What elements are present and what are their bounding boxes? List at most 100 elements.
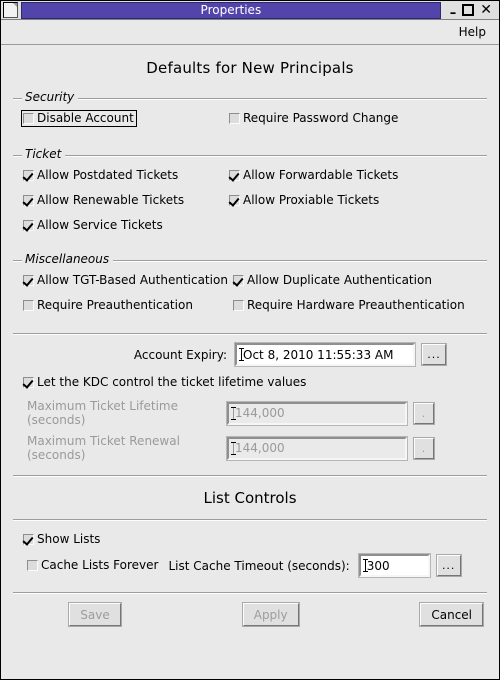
group-miscellaneous: Miscellaneous Allow TGT-Based Authentica… bbox=[13, 251, 487, 327]
checkbox-disable-account[interactable]: Disable Account bbox=[21, 110, 137, 127]
checkbox-label: Require Preauthentication bbox=[37, 298, 193, 312]
checkbox-label: Allow Forwardable Tickets bbox=[243, 168, 399, 182]
group-security: Security Disable Account Require Passwor… bbox=[13, 89, 487, 142]
ticket-col-left-3: Allow Service Tickets bbox=[23, 216, 229, 241]
group-border-security bbox=[13, 98, 487, 99]
ticket-row-2: Allow Renewable Tickets Allow Proxiable … bbox=[23, 191, 487, 216]
ticket-col-right-2: Allow Proxiable Tickets bbox=[229, 191, 379, 216]
properties-window: Properties – ✕ Help Defaults for New Pri… bbox=[0, 0, 500, 680]
group-body-ticket: Allow Postdated Tickets Allow Forwardabl… bbox=[13, 155, 487, 247]
checkbox-require-hardware-preauthentication[interactable]: Require Hardware Preauthentication bbox=[233, 299, 465, 312]
checkbox-label: Require Hardware Preauthentication bbox=[247, 298, 465, 312]
group-body-security: Disable Account Require Password Change bbox=[13, 98, 487, 142]
close-icon[interactable]: ✕ bbox=[480, 3, 492, 17]
input-max-ticket-lifetime: 144,000 bbox=[226, 400, 408, 426]
checkbox-label: Require Password Change bbox=[243, 111, 399, 125]
checkbox-label: Allow Duplicate Authentication bbox=[247, 273, 432, 287]
group-label-miscellaneous: Miscellaneous bbox=[22, 252, 114, 266]
misc-col-right-1: Allow Duplicate Authentication bbox=[233, 271, 432, 296]
group-label-security: Security bbox=[22, 90, 79, 104]
max-ticket-renewal-chooser-button: . bbox=[413, 436, 435, 460]
window-menu-icon[interactable] bbox=[3, 2, 18, 18]
checkbox-allow-duplicate-authentication[interactable]: Allow Duplicate Authentication bbox=[233, 274, 432, 287]
input-value: 300 bbox=[366, 558, 390, 573]
group-body-miscellaneous: Allow TGT-Based Authentication Allow Dup… bbox=[13, 260, 487, 327]
checkbox-label: Let the KDC control the ticket lifetime … bbox=[37, 375, 307, 389]
window-controls: – ✕ bbox=[444, 3, 496, 20]
checkbox-check-icon bbox=[23, 377, 34, 388]
text-caret bbox=[239, 348, 244, 361]
checkbox-require-preauthentication[interactable]: Require Preauthentication bbox=[23, 299, 193, 312]
security-col-right: Require Password Change bbox=[229, 109, 398, 134]
input-value: Oct 8, 2010 11:55:33 AM bbox=[243, 347, 394, 362]
input-value: 144,000 bbox=[235, 406, 285, 420]
button-bar: Save Apply Cancel bbox=[9, 602, 491, 627]
minimize-icon[interactable]: – bbox=[450, 7, 457, 20]
ticket-col-right-1: Allow Forwardable Tickets bbox=[229, 166, 398, 191]
save-button: Save bbox=[68, 602, 122, 627]
checkbox-check-icon bbox=[233, 275, 244, 286]
separator-above-buttons bbox=[13, 592, 487, 593]
security-col-left: Disable Account bbox=[21, 109, 229, 136]
text-caret bbox=[231, 441, 236, 455]
checkbox-label: Show Lists bbox=[37, 532, 101, 546]
checkbox-label: Allow TGT-Based Authentication bbox=[37, 273, 228, 287]
ticket-row-1: Allow Postdated Tickets Allow Forwardabl… bbox=[23, 166, 487, 191]
misc-row-1: Allow TGT-Based Authentication Allow Dup… bbox=[23, 271, 487, 296]
checkbox-box-icon bbox=[23, 113, 34, 124]
row-cache-lists: Cache Lists Forever List Cache Timeout (… bbox=[13, 553, 487, 578]
checkbox-require-password-change[interactable]: Require Password Change bbox=[229, 112, 398, 125]
list-cache-timeout-chooser-button[interactable]: ... bbox=[435, 554, 462, 577]
max-ticket-lifetime-chooser-button: . bbox=[413, 401, 435, 425]
row-account-expiry: Account Expiry: Oct 8, 2010 11:55:33 AM … bbox=[13, 342, 487, 367]
menu-item-help[interactable]: Help bbox=[452, 22, 493, 42]
checkbox-allow-postdated-tickets[interactable]: Allow Postdated Tickets bbox=[23, 169, 178, 182]
label-max-ticket-lifetime: Maximum Ticket Lifetime (seconds) bbox=[27, 399, 178, 427]
input-list-cache-timeout[interactable]: 300 bbox=[357, 553, 431, 578]
checkbox-cache-lists-forever[interactable]: Cache Lists Forever bbox=[27, 559, 158, 572]
group-border-ticket bbox=[13, 155, 487, 156]
checkbox-label: Allow Renewable Tickets bbox=[37, 193, 185, 207]
checkbox-allow-renewable-tickets[interactable]: Allow Renewable Tickets bbox=[23, 194, 184, 207]
row-show-lists: Show Lists bbox=[9, 530, 491, 554]
checkbox-kdc-control-lifetime[interactable]: Let the KDC control the ticket lifetime … bbox=[23, 376, 306, 389]
checkbox-check-icon bbox=[23, 170, 34, 181]
ticket-col-left-1: Allow Postdated Tickets bbox=[23, 166, 229, 191]
row-max-ticket-lifetime: Maximum Ticket Lifetime (seconds) 144,00… bbox=[13, 399, 487, 427]
cancel-button[interactable]: Cancel bbox=[419, 602, 485, 627]
checkbox-check-icon bbox=[229, 195, 240, 206]
checkbox-check-icon bbox=[23, 275, 34, 286]
checkbox-check-icon bbox=[23, 534, 34, 545]
checkbox-label: Disable Account bbox=[37, 111, 134, 125]
checkbox-allow-tgt-based-authentication[interactable]: Allow TGT-Based Authentication bbox=[23, 274, 228, 287]
misc-row-2: Require Preauthentication Require Hardwa… bbox=[23, 296, 487, 321]
misc-col-left-1: Allow TGT-Based Authentication bbox=[23, 271, 233, 296]
row-kdc-control: Let the KDC control the ticket lifetime … bbox=[9, 373, 491, 393]
input-account-expiry[interactable]: Oct 8, 2010 11:55:33 AM bbox=[234, 342, 416, 367]
checkbox-label: Allow Postdated Tickets bbox=[37, 168, 179, 182]
checkbox-box-icon bbox=[233, 300, 244, 311]
security-row-1: Disable Account Require Password Change bbox=[21, 109, 487, 136]
checkbox-label: Allow Proxiable Tickets bbox=[243, 193, 380, 207]
checkbox-box-icon bbox=[27, 560, 38, 571]
checkbox-allow-service-tickets[interactable]: Allow Service Tickets bbox=[23, 219, 163, 232]
menu-bar: Help bbox=[1, 20, 499, 45]
title-bar-gradient: Properties bbox=[21, 1, 441, 19]
account-expiry-chooser-button[interactable]: ... bbox=[421, 343, 447, 366]
checkbox-allow-forwardable-tickets[interactable]: Allow Forwardable Tickets bbox=[229, 169, 398, 182]
misc-col-left-2: Require Preauthentication bbox=[23, 296, 233, 321]
text-caret bbox=[362, 559, 368, 572]
window-title: Properties bbox=[200, 3, 262, 17]
ticket-row-3: Allow Service Tickets bbox=[23, 216, 487, 241]
input-value: 144,000 bbox=[235, 441, 285, 455]
label-max-ticket-renewal: Maximum Ticket Renewal (seconds) bbox=[27, 434, 180, 462]
checkbox-show-lists[interactable]: Show Lists bbox=[23, 533, 100, 546]
checkbox-label: Cache Lists Forever bbox=[41, 558, 159, 572]
label-list-cache-timeout: List Cache Timeout (seconds): bbox=[168, 558, 350, 573]
maximize-icon[interactable] bbox=[462, 4, 475, 16]
title-bar[interactable]: Properties – ✕ bbox=[1, 1, 499, 20]
separator-above-expiry bbox=[13, 333, 487, 334]
section-title-list-controls: List Controls bbox=[203, 489, 297, 507]
checkbox-check-icon bbox=[229, 170, 240, 181]
checkbox-allow-proxiable-tickets[interactable]: Allow Proxiable Tickets bbox=[229, 194, 379, 207]
